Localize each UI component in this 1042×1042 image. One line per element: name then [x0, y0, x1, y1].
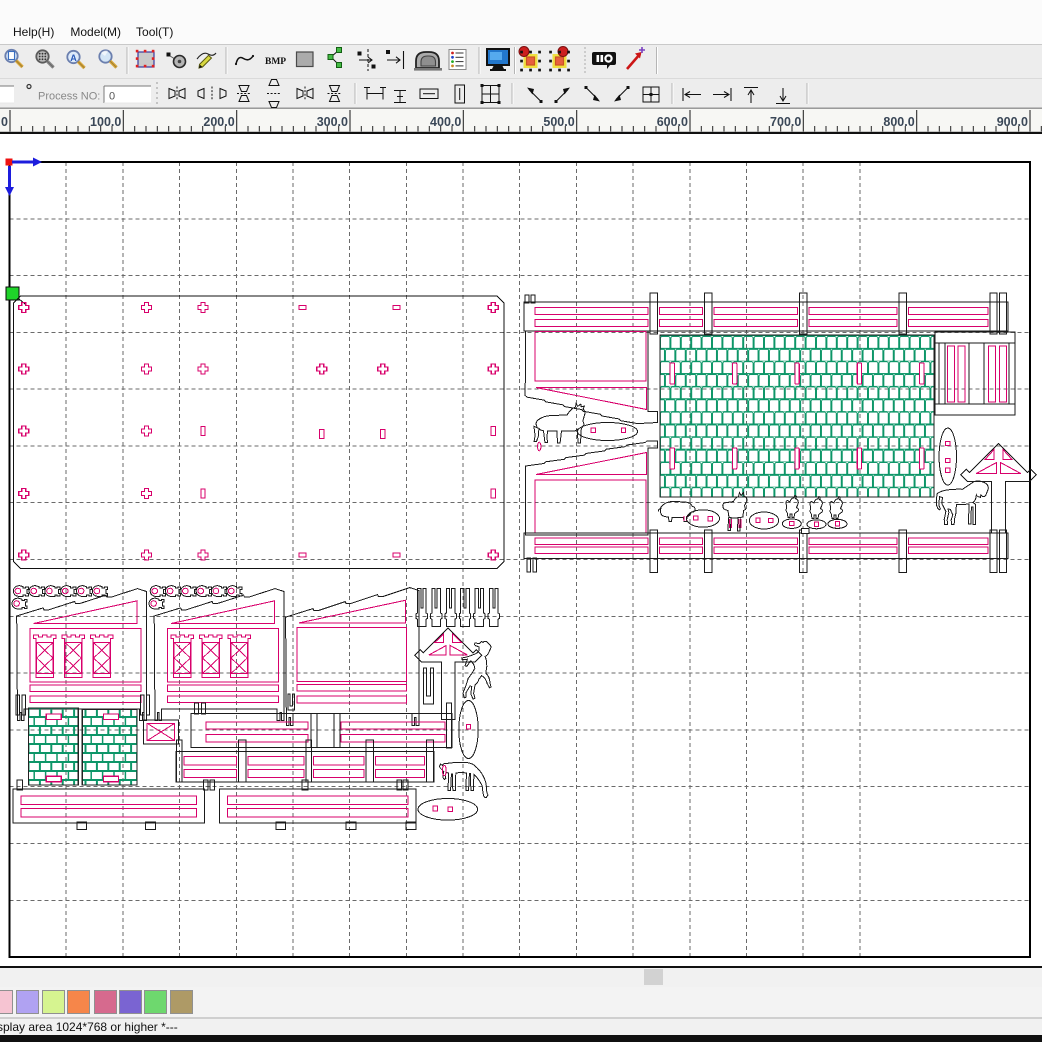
svg-text:100.0: 100.0: [90, 115, 121, 129]
svg-text:0: 0: [109, 91, 115, 103]
svg-text:400.0: 400.0: [430, 115, 461, 129]
svg-text:300.0: 300.0: [317, 115, 348, 129]
svg-text:200.0: 200.0: [203, 115, 234, 129]
svg-text:600.0: 600.0: [657, 115, 688, 129]
svg-text:800.0: 800.0: [883, 115, 914, 129]
svg-text:500.0: 500.0: [543, 115, 574, 129]
svg-text:BMP: BMP: [265, 57, 286, 67]
svg-text:A: A: [70, 53, 77, 63]
svg-text:900.0: 900.0: [997, 115, 1028, 129]
svg-text:0: 0: [1, 115, 8, 129]
svg-text:Process NO:: Process NO:: [38, 91, 100, 103]
svg-text:700.0: 700.0: [770, 115, 801, 129]
